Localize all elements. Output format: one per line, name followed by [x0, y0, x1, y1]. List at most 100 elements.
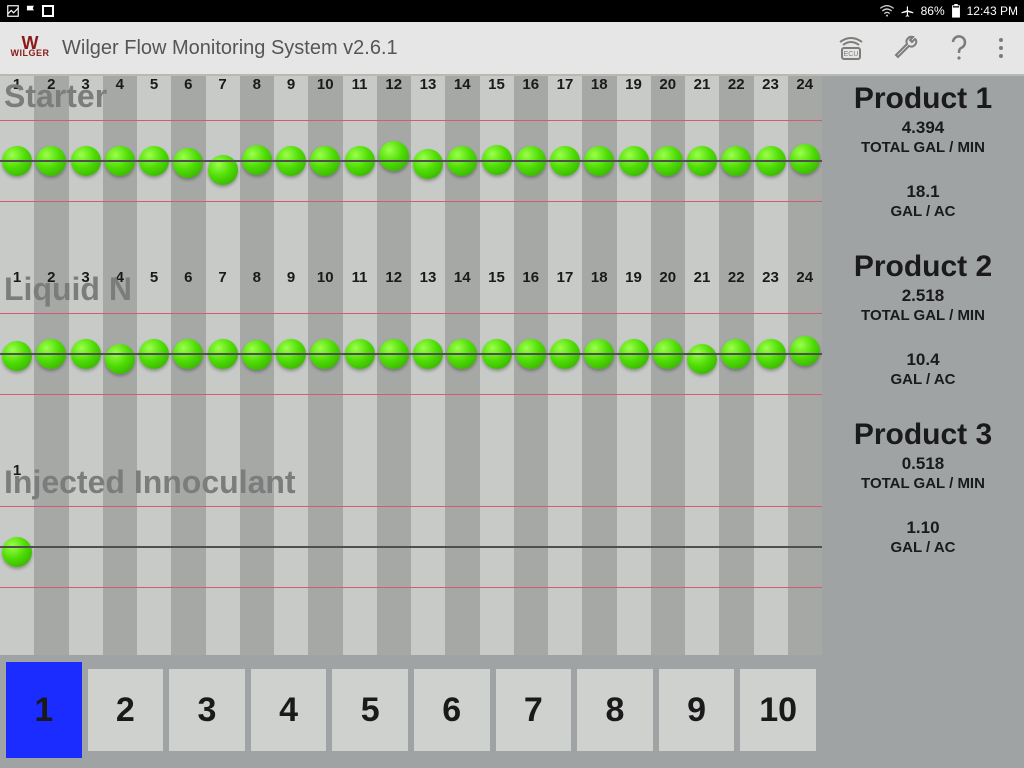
battery-icon [951, 4, 961, 18]
product-rate-unit: GAL / AC [826, 539, 1020, 556]
chart-block[interactable]: Injected Innoculant1 [0, 462, 822, 655]
chart-title: Injected Innoculant [4, 464, 296, 501]
main-content: Starter123456789101112131415161718192021… [0, 76, 1024, 656]
column-number: 17 [548, 269, 582, 286]
flow-indicator-ball[interactable] [105, 344, 135, 374]
column-number: 21 [685, 269, 719, 286]
column-number: 14 [445, 76, 479, 93]
flow-indicator-ball[interactable] [687, 344, 717, 374]
column-number: 18 [582, 269, 616, 286]
product-total-value: 2.518 [826, 286, 1020, 306]
flow-indicator-ball[interactable] [379, 141, 409, 171]
clock-time: 12:43 PM [967, 4, 1018, 18]
page-tab-1[interactable]: 1 [6, 662, 82, 758]
product-total-unit: TOTAL GAL / MIN [826, 307, 1020, 324]
chart-block[interactable]: Liquid N12345678910111213141516171819202… [0, 269, 822, 462]
column-number: 6 [171, 76, 205, 93]
column-number: 13 [411, 76, 445, 93]
column-number: 7 [206, 269, 240, 286]
column-number: 15 [480, 269, 514, 286]
flag-icon [24, 4, 38, 18]
wifi-icon [879, 4, 895, 18]
column-number: 11 [343, 269, 377, 286]
product-title: Product 2 [826, 250, 1020, 284]
column-number: 20 [651, 76, 685, 93]
column-number: 8 [240, 76, 274, 93]
product-readout[interactable]: Product 22.518TOTAL GAL / MIN 10.4GAL / A… [826, 250, 1020, 388]
product-title: Product 1 [826, 82, 1020, 116]
wrench-icon[interactable] [892, 34, 922, 62]
page-tab-2[interactable]: 2 [88, 669, 164, 751]
column-number: 19 [617, 76, 651, 93]
column-number: 20 [651, 269, 685, 286]
column-number: 11 [343, 76, 377, 93]
app-title: Wilger Flow Monitoring System v2.6.1 [62, 37, 836, 60]
app-toolbar: W WILGER Wilger Flow Monitoring System v… [0, 22, 1024, 76]
flow-indicator-ball[interactable] [2, 537, 32, 567]
product-rate-value: 10.4 [826, 350, 1020, 370]
product-rate-unit: GAL / AC [826, 203, 1020, 220]
flow-indicator-ball[interactable] [413, 149, 443, 179]
product-rate-value: 18.1 [826, 182, 1020, 202]
product-readout[interactable]: Product 30.518TOTAL GAL / MIN 1.10GAL / A… [826, 418, 1020, 556]
column-number: 4 [103, 76, 137, 93]
column-number: 7 [206, 76, 240, 93]
airplane-icon [901, 4, 915, 18]
page-tab-3[interactable]: 3 [169, 669, 245, 751]
chart-title: Liquid N [4, 271, 132, 308]
column-number: 22 [719, 76, 753, 93]
column-number: 19 [617, 269, 651, 286]
column-number: 14 [445, 269, 479, 286]
page-tabs: 12345678910 [0, 656, 822, 764]
column-number: 24 [788, 76, 822, 93]
page-tab-4[interactable]: 4 [251, 669, 327, 751]
product-total-value: 4.394 [826, 118, 1020, 138]
column-number: 16 [514, 76, 548, 93]
product-rate-unit: GAL / AC [826, 371, 1020, 388]
product-readout[interactable]: Product 14.394TOTAL GAL / MIN 18.1GAL / A… [826, 82, 1020, 220]
product-total-unit: TOTAL GAL / MIN [826, 139, 1020, 156]
battery-percent: 86% [921, 4, 945, 18]
column-number: 18 [582, 76, 616, 93]
flow-indicator-ball[interactable] [790, 336, 820, 366]
column-number: 24 [788, 269, 822, 286]
products-sidebar: Product 14.394TOTAL GAL / MIN18.1GAL / A… [822, 76, 1024, 656]
overflow-menu-icon[interactable] [996, 34, 1006, 62]
column-number: 21 [685, 76, 719, 93]
column-number: 22 [719, 269, 753, 286]
chart-block[interactable]: Starter123456789101112131415161718192021… [0, 76, 822, 269]
product-total-value: 0.518 [826, 454, 1020, 474]
android-status-bar: 86% 12:43 PM [0, 0, 1024, 22]
column-number: 12 [377, 76, 411, 93]
square-icon [42, 5, 54, 17]
help-icon[interactable] [948, 34, 970, 62]
page-tab-7[interactable]: 7 [496, 669, 572, 751]
column-number: 10 [308, 269, 342, 286]
chart-title: Starter [4, 78, 107, 115]
wilger-logo: W WILGER [6, 38, 54, 59]
column-number: 15 [480, 76, 514, 93]
ecu-icon[interactable]: ECU [836, 34, 866, 62]
page-tab-5[interactable]: 5 [332, 669, 408, 751]
column-number: 10 [308, 76, 342, 93]
flow-indicator-ball[interactable] [790, 144, 820, 174]
page-tab-9[interactable]: 9 [659, 669, 735, 751]
page-tab-10[interactable]: 10 [740, 669, 816, 751]
product-rate-value: 1.10 [826, 518, 1020, 538]
column-number: 17 [548, 76, 582, 93]
flow-indicator-ball[interactable] [2, 341, 32, 371]
page-tab-8[interactable]: 8 [577, 669, 653, 751]
flow-indicator-ball[interactable] [242, 340, 272, 370]
column-number: 23 [754, 76, 788, 93]
svg-text:ECU: ECU [844, 51, 859, 58]
product-title: Product 3 [826, 418, 1020, 452]
product-total-unit: TOTAL GAL / MIN [826, 475, 1020, 492]
column-number: 8 [240, 269, 274, 286]
page-tab-6[interactable]: 6 [414, 669, 490, 751]
column-number: 23 [754, 269, 788, 286]
charts-area: Starter123456789101112131415161718192021… [0, 76, 822, 656]
column-number: 9 [274, 269, 308, 286]
column-number: 5 [137, 269, 171, 286]
column-number: 12 [377, 269, 411, 286]
column-number: 5 [137, 76, 171, 93]
